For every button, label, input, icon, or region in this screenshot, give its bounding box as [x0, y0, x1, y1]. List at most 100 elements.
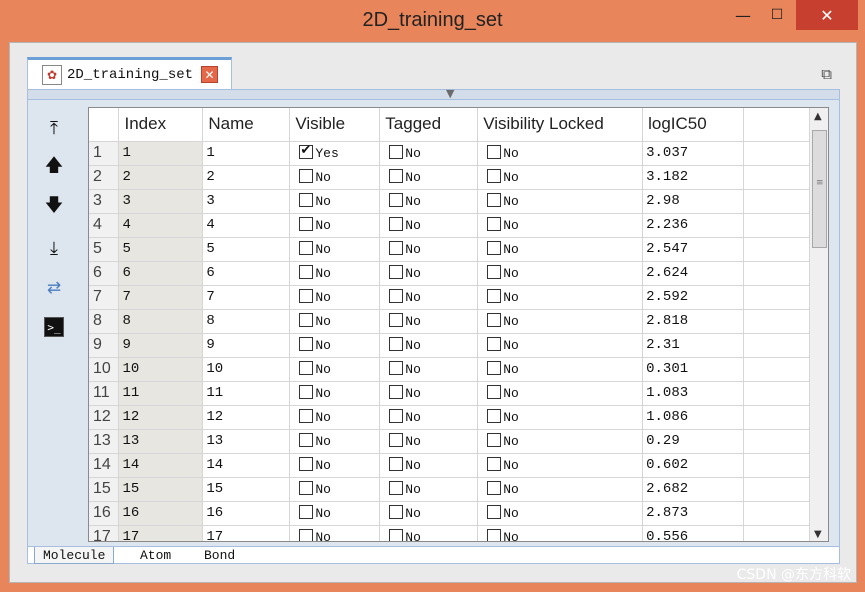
- checkbox[interactable]: [389, 360, 404, 375]
- tagged-cell[interactable]: No: [379, 141, 479, 166]
- tagged-cell[interactable]: No: [379, 453, 479, 478]
- checkbox[interactable]: [389, 432, 404, 447]
- checkbox[interactable]: [487, 264, 502, 279]
- name-cell[interactable]: 1: [202, 141, 291, 166]
- restore-window-icon[interactable]: ⧉: [821, 65, 832, 83]
- visible-cell[interactable]: No: [289, 189, 381, 214]
- visibility-locked-cell[interactable]: No: [477, 213, 644, 238]
- tagged-cell[interactable]: No: [379, 429, 479, 454]
- table-row[interactable]: 2 2 2 No No No 3.182: [89, 165, 811, 190]
- logic50-cell[interactable]: 2.624: [642, 261, 745, 286]
- scroll-thumb[interactable]: ≡: [812, 130, 827, 248]
- column-header-visibility-locked[interactable]: Visibility Locked: [477, 108, 644, 142]
- checkbox[interactable]: [299, 168, 314, 183]
- tagged-cell[interactable]: No: [379, 309, 479, 334]
- column-header-visible[interactable]: Visible: [289, 108, 381, 142]
- checkbox[interactable]: [487, 312, 502, 327]
- tagged-cell[interactable]: No: [379, 525, 479, 541]
- checkbox[interactable]: [389, 408, 404, 423]
- checkbox[interactable]: [487, 432, 502, 447]
- checkbox[interactable]: [299, 336, 314, 351]
- checkbox[interactable]: [299, 312, 314, 327]
- visible-cell[interactable]: No: [289, 477, 381, 502]
- logic50-cell[interactable]: 1.083: [642, 381, 745, 406]
- visible-cell[interactable]: Yes: [289, 141, 381, 166]
- row-header-cell[interactable]: 2: [89, 165, 120, 190]
- tagged-cell[interactable]: No: [379, 213, 479, 238]
- checkbox[interactable]: [389, 336, 404, 351]
- logic50-cell[interactable]: 3.037: [642, 141, 745, 166]
- name-cell[interactable]: 15: [202, 477, 291, 502]
- name-cell[interactable]: 9: [202, 333, 291, 358]
- name-cell[interactable]: 7: [202, 285, 291, 310]
- visible-cell[interactable]: No: [289, 213, 381, 238]
- tab-molecule[interactable]: Molecule: [34, 547, 115, 564]
- checkbox[interactable]: [389, 192, 404, 207]
- tagged-cell[interactable]: No: [379, 237, 479, 262]
- visibility-locked-cell[interactable]: No: [477, 477, 644, 502]
- column-header-tagged[interactable]: Tagged: [379, 108, 479, 142]
- checkbox[interactable]: [299, 480, 314, 495]
- column-header-index[interactable]: Index: [118, 108, 204, 142]
- logic50-cell[interactable]: 2.873: [642, 501, 745, 526]
- visible-cell[interactable]: No: [289, 525, 381, 541]
- visibility-locked-cell[interactable]: No: [477, 429, 644, 454]
- checkbox[interactable]: [389, 384, 404, 399]
- checkbox[interactable]: [299, 408, 314, 423]
- visibility-locked-cell[interactable]: No: [477, 381, 644, 406]
- move-to-top-icon[interactable]: ⤒: [42, 116, 66, 140]
- visibility-locked-cell[interactable]: No: [477, 261, 644, 286]
- tagged-cell[interactable]: No: [379, 357, 479, 382]
- row-header-cell[interactable]: 6: [89, 261, 120, 286]
- name-cell[interactable]: 14: [202, 453, 291, 478]
- row-header-cell[interactable]: 13: [89, 429, 120, 454]
- logic50-cell[interactable]: 3.182: [642, 165, 745, 190]
- logic50-cell[interactable]: 2.31: [642, 333, 745, 358]
- visibility-locked-cell[interactable]: No: [477, 141, 644, 166]
- name-cell[interactable]: 12: [202, 405, 291, 430]
- minimize-button[interactable]: —: [727, 0, 759, 30]
- name-cell[interactable]: 17: [202, 525, 291, 541]
- table-row[interactable]: 16 16 16 No No No 2.873: [89, 501, 811, 526]
- checkbox[interactable]: [487, 408, 502, 423]
- scroll-up-icon[interactable]: ▲: [814, 111, 822, 122]
- tab-bond[interactable]: Bond: [196, 547, 243, 564]
- checkbox[interactable]: [487, 456, 502, 471]
- logic50-cell[interactable]: 2.236: [642, 213, 745, 238]
- checkbox[interactable]: [389, 480, 404, 495]
- table-row[interactable]: 12 12 12 No No No 1.086: [89, 405, 811, 430]
- document-tab[interactable]: ✿ 2D_training_set ✕: [27, 57, 232, 89]
- logic50-cell[interactable]: 2.682: [642, 477, 745, 502]
- tagged-cell[interactable]: No: [379, 381, 479, 406]
- name-cell[interactable]: 5: [202, 237, 291, 262]
- row-header-cell[interactable]: 17: [89, 525, 120, 541]
- checkbox[interactable]: [487, 240, 502, 255]
- visible-cell[interactable]: No: [289, 165, 381, 190]
- name-cell[interactable]: 16: [202, 501, 291, 526]
- checkbox[interactable]: [487, 480, 502, 495]
- tagged-cell[interactable]: No: [379, 405, 479, 430]
- tagged-cell[interactable]: No: [379, 189, 479, 214]
- row-header-cell[interactable]: 3: [89, 189, 120, 214]
- checkbox[interactable]: [389, 456, 404, 471]
- row-header-cell[interactable]: 8: [89, 309, 120, 334]
- checkbox[interactable]: [487, 528, 502, 541]
- tab-close-button[interactable]: ✕: [201, 66, 219, 83]
- visible-cell[interactable]: No: [289, 261, 381, 286]
- checkbox[interactable]: [299, 240, 314, 255]
- visible-cell[interactable]: No: [289, 333, 381, 358]
- table-row[interactable]: 11 11 11 No No No 1.083: [89, 381, 811, 406]
- visibility-locked-cell[interactable]: No: [477, 165, 644, 190]
- visibility-locked-cell[interactable]: No: [477, 357, 644, 382]
- move-up-icon[interactable]: 🡅: [42, 155, 66, 180]
- corner-header-cell[interactable]: [89, 108, 120, 142]
- visible-cell[interactable]: No: [289, 237, 381, 262]
- name-cell[interactable]: 6: [202, 261, 291, 286]
- row-header-cell[interactable]: 9: [89, 333, 120, 358]
- logic50-cell[interactable]: 1.086: [642, 405, 745, 430]
- table-row[interactable]: 13 13 13 No No No 0.29: [89, 429, 811, 454]
- name-cell[interactable]: 4: [202, 213, 291, 238]
- checkbox[interactable]: [487, 336, 502, 351]
- table-row[interactable]: 14 14 14 No No No 0.602: [89, 453, 811, 478]
- tagged-cell[interactable]: No: [379, 285, 479, 310]
